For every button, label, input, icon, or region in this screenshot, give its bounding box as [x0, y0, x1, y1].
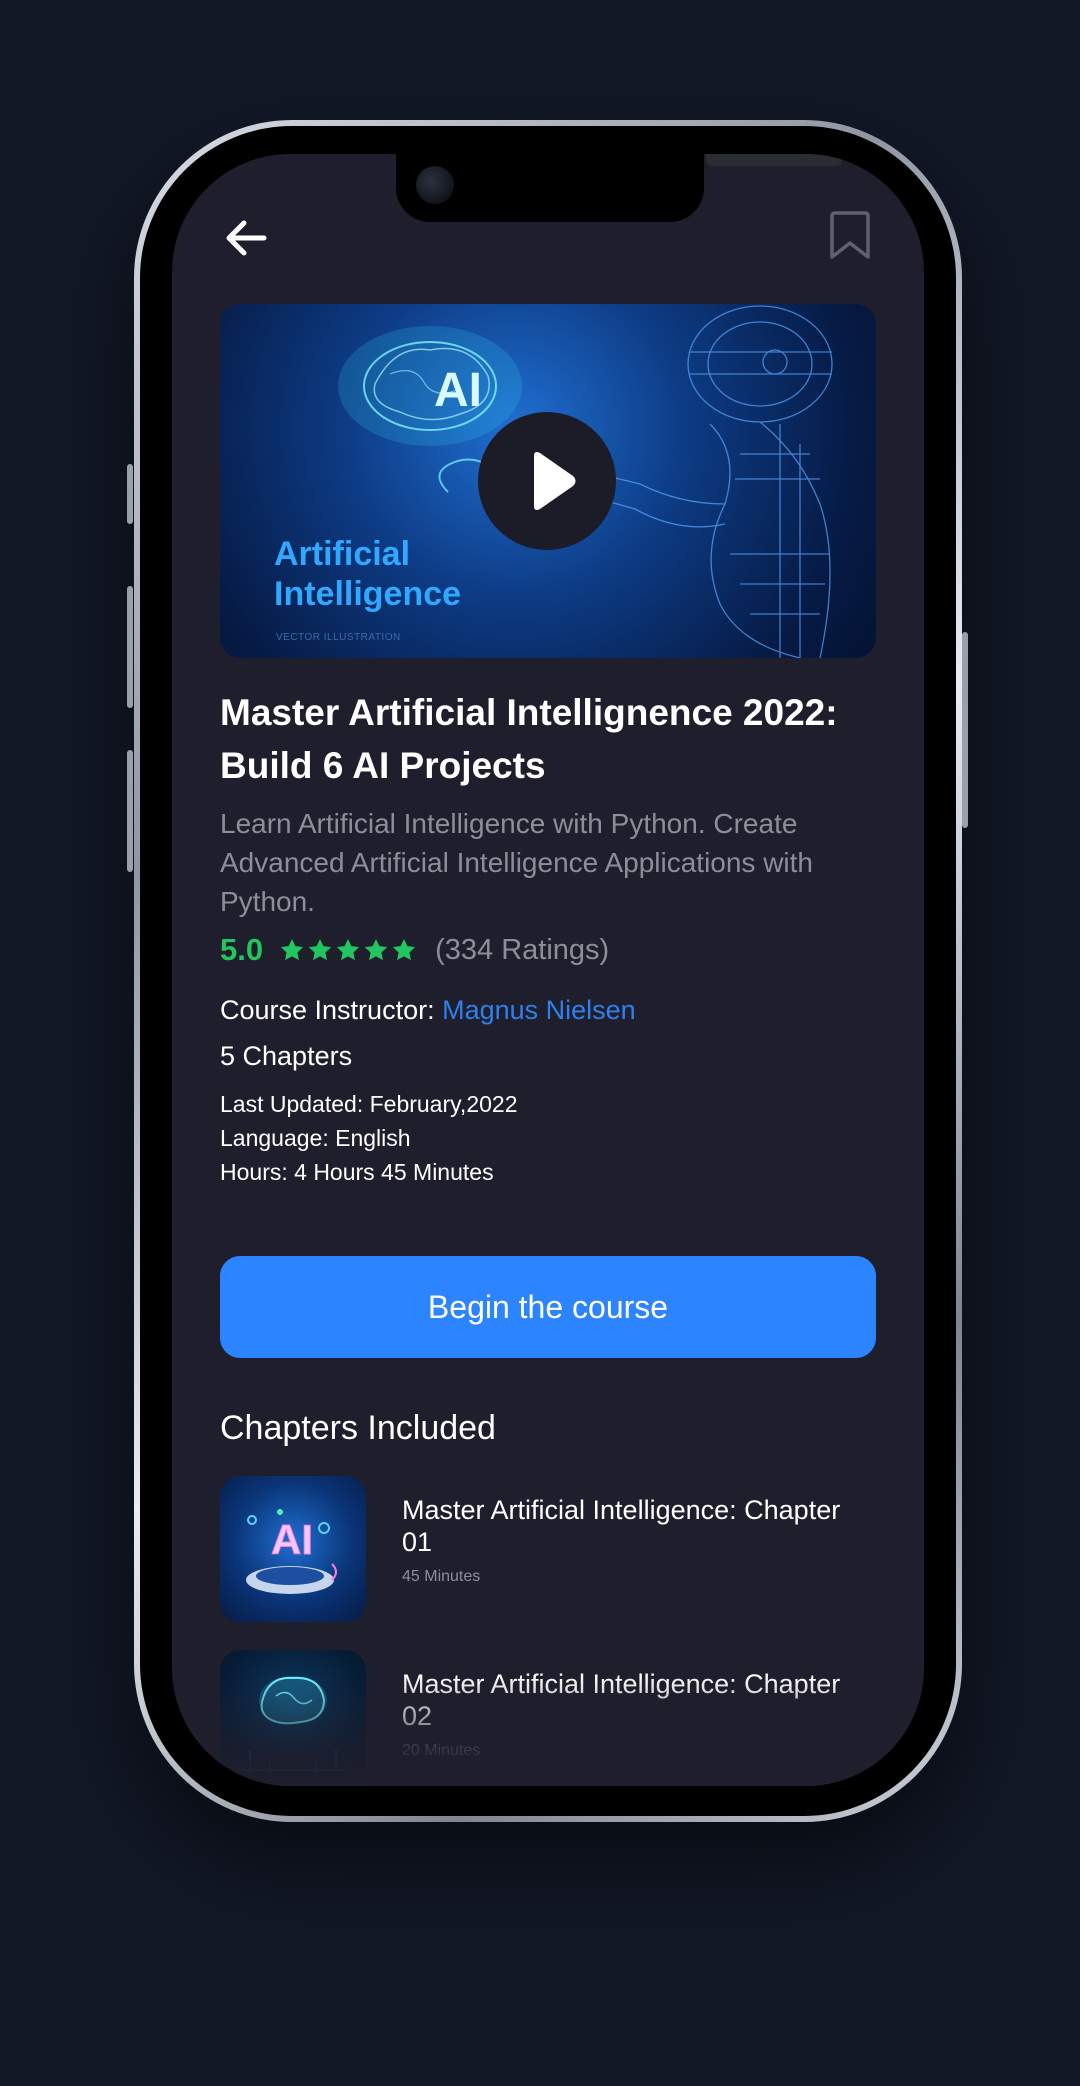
- play-icon: [534, 452, 576, 510]
- star-icon: [392, 938, 416, 961]
- language: Language: English: [220, 1125, 411, 1151]
- chapters-count: 5 Chapters: [220, 1041, 353, 1071]
- course-hours: Hours: 4 Hours 45 Minutes: [220, 1159, 494, 1185]
- star-icon: [336, 938, 360, 961]
- instructor-label: Course Instructor:: [220, 995, 435, 1025]
- bookmark-button[interactable]: [826, 210, 874, 262]
- instructor-name-link[interactable]: Magnus Nielsen: [442, 995, 636, 1025]
- chapter-thumbnail: [220, 1650, 366, 1786]
- speaker-grille: [706, 154, 842, 166]
- ai-chip-illustration: AI: [246, 1509, 337, 1594]
- star-icon: [308, 938, 332, 961]
- play-button[interactable]: [478, 412, 616, 550]
- chapter-title: Master Artificial Intelligence: Chapter …: [402, 1669, 841, 1731]
- begin-course-button[interactable]: Begin the course: [220, 1256, 876, 1358]
- bookmark-icon: [830, 211, 870, 259]
- rating-stars: [279, 937, 417, 963]
- rating-value: 5.0: [220, 932, 264, 967]
- thumbnail-ai-badge: AI: [434, 364, 482, 417]
- course-description: Learn Artificial Intelligence with Pytho…: [220, 808, 814, 917]
- volume-down-button: [127, 750, 133, 872]
- front-camera: [416, 166, 454, 204]
- thumbnail-caption: VECTOR ILLUSTRATION: [276, 632, 401, 643]
- brain-circuit-illustration: [240, 1676, 346, 1786]
- thumbnail-title: Artificial Intelligence: [274, 535, 462, 613]
- chapter-list-item[interactable]: Master Artificial Intelligence: Chapter …: [220, 1650, 876, 1786]
- chapters-section-title: Chapters Included: [220, 1409, 496, 1447]
- silent-switch: [127, 464, 133, 524]
- instructor-row: Course Instructor: Magnus Nielsen: [220, 992, 636, 1028]
- course-title: Master Artificial Intellignence 2022: Bu…: [220, 692, 838, 786]
- back-button[interactable]: [222, 214, 270, 262]
- course-video-thumbnail[interactable]: AI Artificial Intelligence VECTOR ILLUST…: [220, 304, 876, 658]
- chapter-title: Master Artificial Intelligence: Chapter …: [402, 1495, 841, 1557]
- chapter-duration: 45 Minutes: [402, 1568, 481, 1585]
- star-icon: [280, 938, 304, 961]
- chapter-list-item[interactable]: AI Master Artificial Intelligence: Chapt…: [220, 1476, 876, 1622]
- last-updated: Last Updated: February,2022: [220, 1091, 518, 1117]
- star-icon: [364, 938, 388, 961]
- arrow-left-icon: [226, 220, 267, 256]
- rating-count: (334 Ratings): [435, 933, 610, 966]
- power-button: [962, 632, 968, 828]
- chapter-duration: 20 Minutes: [402, 1742, 481, 1759]
- svg-text:AI: AI: [271, 1516, 313, 1563]
- volume-up-button: [127, 586, 133, 708]
- phone-screen: AI Artificial Intelligence VECTOR ILLUST…: [172, 154, 924, 1786]
- chapter-thumbnail: AI: [220, 1476, 366, 1622]
- rating-row: 5.0 (334 Ratings): [220, 930, 609, 970]
